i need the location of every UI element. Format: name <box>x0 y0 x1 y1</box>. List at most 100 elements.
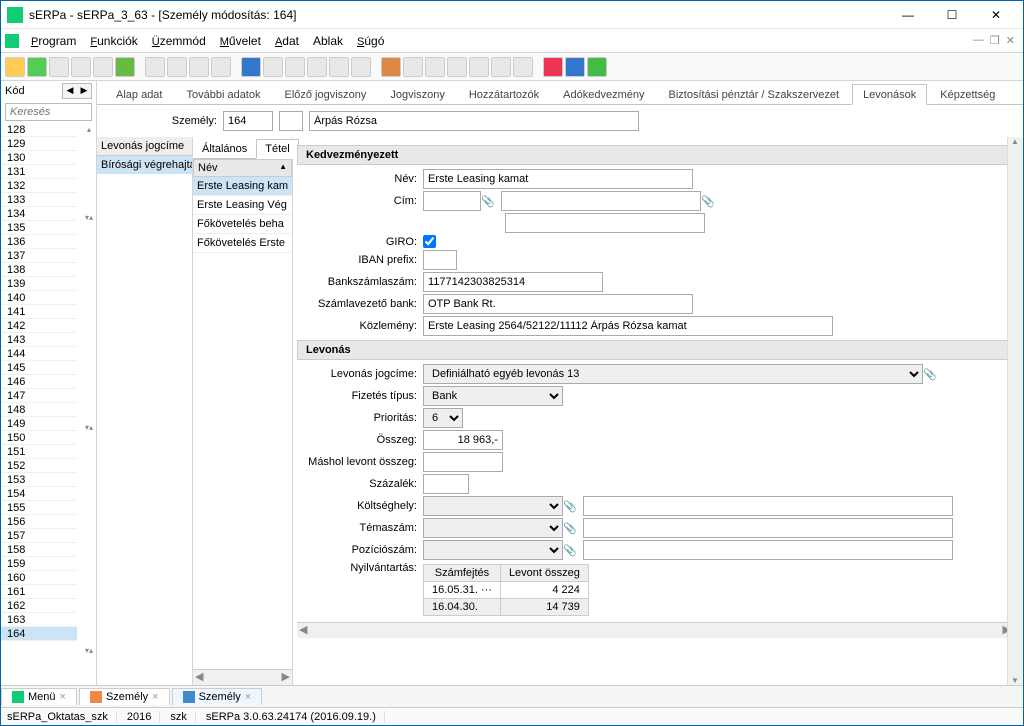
sidebar-row[interactable]: 150 <box>1 431 77 445</box>
tb-2[interactable] <box>27 57 47 77</box>
scroll-right-icon[interactable]: ▶ <box>282 670 290 685</box>
mid-row[interactable]: Erste Leasing Vég <box>193 196 292 215</box>
sidebar-row[interactable]: 134 <box>1 207 77 221</box>
tb-22[interactable] <box>491 57 511 77</box>
sidebar-row[interactable]: 132 <box>1 179 77 193</box>
tb-13[interactable] <box>285 57 305 77</box>
sidebar-row[interactable]: 163 <box>1 613 77 627</box>
tb-18[interactable] <box>403 57 423 77</box>
szaml-input[interactable] <box>423 294 693 314</box>
kolt-select[interactable] <box>423 496 563 516</box>
tb-15[interactable] <box>329 57 349 77</box>
deduction-title-cell[interactable]: Bírósági végrehajtás <box>97 156 192 174</box>
mdi-close-icon[interactable]: ✕ <box>1006 34 1015 47</box>
kolt-input[interactable] <box>583 496 953 516</box>
tb-20[interactable] <box>447 57 467 77</box>
fiz-select[interactable]: Bank <box>423 386 563 406</box>
bottom-tab-menu[interactable]: Menü× <box>1 688 77 705</box>
sidebar-row[interactable]: 157 <box>1 529 77 543</box>
clip-icon-6[interactable]: 📎 <box>563 544 577 557</box>
iban-input[interactable] <box>423 250 457 270</box>
tab-tov-bbi-adatok[interactable]: További adatok <box>175 84 271 104</box>
bank-input[interactable] <box>423 272 603 292</box>
tb-25[interactable] <box>565 57 585 77</box>
scroll-top-icon[interactable]: ▴ <box>84 125 94 134</box>
tb-19[interactable] <box>425 57 445 77</box>
tb-5[interactable] <box>93 57 113 77</box>
poz-select[interactable] <box>423 540 563 560</box>
tb-26[interactable] <box>587 57 607 77</box>
bottom-tab-szemely-1[interactable]: Személy× <box>79 688 170 705</box>
tb-11[interactable] <box>241 57 261 77</box>
scroll-handle-1[interactable]: ▾▴ <box>84 213 94 222</box>
sidebar-row[interactable]: 155 <box>1 501 77 515</box>
tb-3[interactable] <box>49 57 69 77</box>
nav-prev-icon[interactable]: ◀ <box>63 84 77 98</box>
clip-icon-2[interactable]: 📎 <box>701 195 715 208</box>
tb-9[interactable] <box>189 57 209 77</box>
clip-icon-3[interactable]: 📎 <box>923 368 937 381</box>
szaz-input[interactable] <box>423 474 469 494</box>
sidebar-row[interactable]: 141 <box>1 305 77 319</box>
person-name-input[interactable] <box>309 111 639 131</box>
tb-23[interactable] <box>513 57 533 77</box>
sidebar-row[interactable]: 130 <box>1 151 77 165</box>
sidebar-row[interactable]: 161 <box>1 585 77 599</box>
cim-input-3[interactable] <box>505 213 705 233</box>
sidebar-row[interactable]: 144 <box>1 347 77 361</box>
sidebar-row[interactable]: 135 <box>1 221 77 235</box>
tab-el-z-jogviszony[interactable]: Előző jogviszony <box>273 84 377 104</box>
sidebar-row[interactable]: 146 <box>1 375 77 389</box>
tab-ad-kedvezm-ny[interactable]: Adókedvezmény <box>552 84 655 104</box>
tema-input[interactable] <box>583 518 953 538</box>
form-scroll-left-icon[interactable]: ◀ <box>299 623 307 638</box>
tb-10[interactable] <box>211 57 231 77</box>
mid-row[interactable]: Főkövetelés beha <box>193 215 292 234</box>
giro-checkbox[interactable] <box>423 235 436 248</box>
scroll-handle-2[interactable]: ▾▴ <box>84 423 94 432</box>
mid-tab-általános[interactable]: Általános <box>193 139 256 158</box>
menu-muvelet[interactable]: Művelet <box>214 32 267 50</box>
sidebar-row[interactable]: 131 <box>1 165 77 179</box>
tb-21[interactable] <box>469 57 489 77</box>
cim-input-1[interactable] <box>423 191 481 211</box>
tb-14[interactable] <box>307 57 327 77</box>
tb-7[interactable] <box>145 57 165 77</box>
tb-6[interactable] <box>115 57 135 77</box>
menu-uzemmod[interactable]: Üzemmód <box>146 32 212 50</box>
nev-input[interactable] <box>423 169 693 189</box>
ossz-input[interactable] <box>423 430 503 450</box>
jogc-select[interactable]: Definiálható egyéb levonás 13 <box>423 364 923 384</box>
nyilv-table[interactable]: SzámfejtésLevont összeg 16.05.31. ···4 2… <box>423 564 589 616</box>
kozl-input[interactable] <box>423 316 833 336</box>
tab-levon-sok[interactable]: Levonások <box>852 84 927 105</box>
nav-next-icon[interactable]: ▶ <box>77 84 91 98</box>
prio-select[interactable]: 6 <box>423 408 463 428</box>
sidebar-row[interactable]: 160 <box>1 571 77 585</box>
clip-icon-4[interactable]: 📎 <box>563 500 577 513</box>
sidebar-row[interactable]: 154 <box>1 487 77 501</box>
person-aux-input[interactable] <box>279 111 303 131</box>
close-button[interactable]: ✕ <box>975 3 1017 27</box>
tab-biztos-t-si-p-nzt-r-szakszervezet[interactable]: Biztosítási pénztár / Szakszervezet <box>657 84 850 104</box>
sidebar-row[interactable]: 153 <box>1 473 77 487</box>
sidebar-row[interactable]: 148 <box>1 403 77 417</box>
sidebar-row[interactable]: 139 <box>1 277 77 291</box>
sidebar-row[interactable]: 156 <box>1 515 77 529</box>
mdi-min-icon[interactable]: — <box>973 34 984 47</box>
tab-alap-adat[interactable]: Alap adat <box>105 84 173 104</box>
sidebar-row[interactable]: 138 <box>1 263 77 277</box>
mid-row[interactable]: Erste Leasing kam <box>193 177 292 196</box>
tb-12[interactable] <box>263 57 283 77</box>
sidebar-row[interactable]: 158 <box>1 543 77 557</box>
tab-k-pzetts-g[interactable]: Képzettség <box>929 84 1006 104</box>
sidebar-row[interactable]: 149 <box>1 417 77 431</box>
sidebar-row[interactable]: 147 <box>1 389 77 403</box>
tab-hozz-tartoz-k[interactable]: Hozzátartozók <box>458 84 550 104</box>
sidebar-row[interactable]: 133 <box>1 193 77 207</box>
sidebar-list[interactable]: ▴ ▾▴ ▾▴ ▾▴ 12812913013113213313413513613… <box>1 123 96 685</box>
mid-list[interactable]: Név▲Erste Leasing kamErste Leasing VégFő… <box>193 159 292 669</box>
mashol-input[interactable] <box>423 452 503 472</box>
tb-1[interactable] <box>5 57 25 77</box>
sidebar-row[interactable]: 151 <box>1 445 77 459</box>
